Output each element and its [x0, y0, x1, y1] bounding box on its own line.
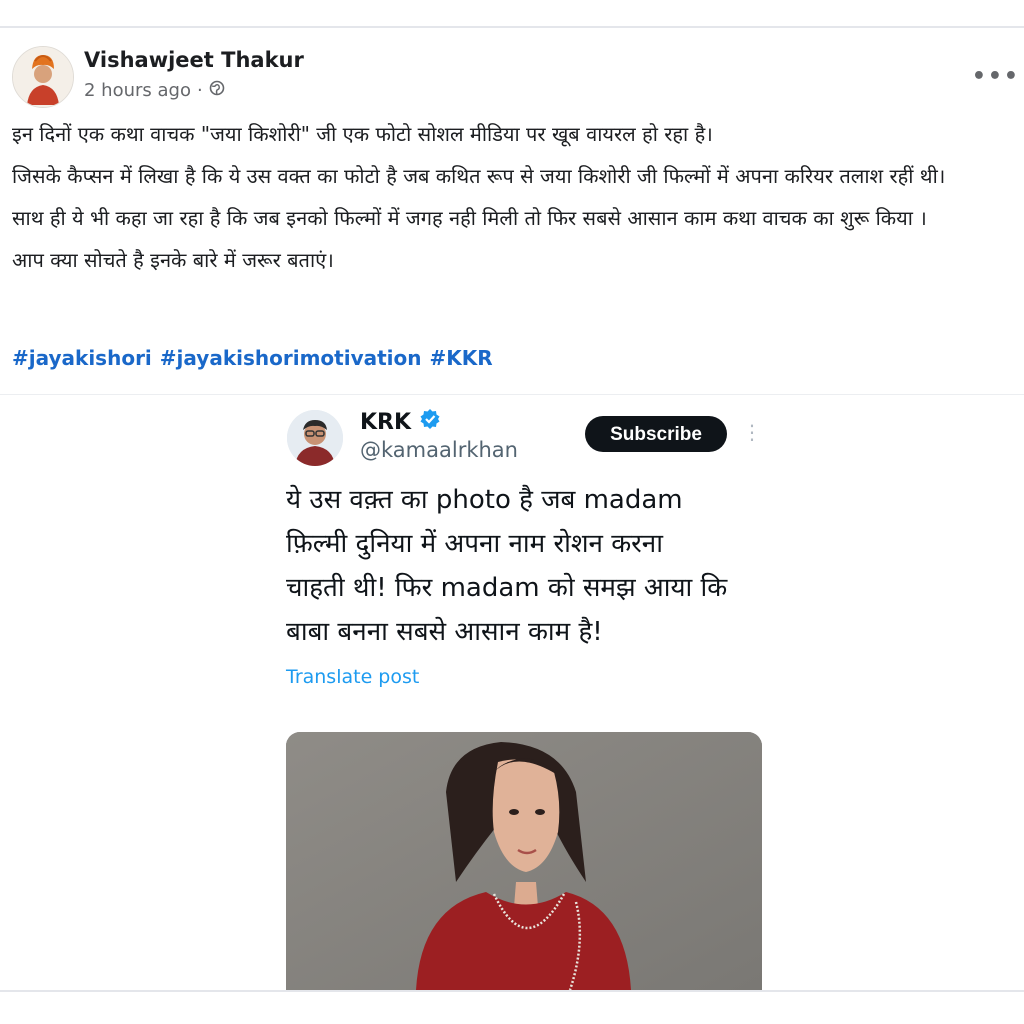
translate-post-link[interactable]: Translate post [286, 666, 419, 688]
hashtag-link[interactable]: #jayakishorimotivation [160, 346, 422, 370]
tweet-avatar[interactable] [287, 410, 343, 466]
post-meta: 2 hours ago · [84, 80, 225, 101]
tweet-author: KRK [360, 408, 441, 436]
bottom-divider [0, 990, 1024, 992]
post-paragraph: साथ ही ये भी कहा जा रहा है कि जब इनको फि… [12, 206, 927, 230]
post-paragraph: जिसके कैप्सन में लिखा है कि ये उस वक्त क… [12, 164, 946, 188]
tweet-line: चाहती थी! फिर madam को समझ आया कि [286, 573, 728, 603]
hashtag-link[interactable]: #jayakishori [12, 346, 152, 370]
tweet-line: ये उस वक़्त का photo है जब madam [286, 485, 683, 515]
tweet-line: फ़िल्मी दुनिया में अपना नाम रोशन करना [286, 529, 663, 559]
author-avatar-image [13, 47, 73, 107]
top-divider [0, 26, 1024, 28]
post-paragraph: इन दिनों एक कथा वाचक "जया किशोरी" जी एक … [12, 122, 713, 146]
tweet-handle[interactable]: @kamaalrkhan [360, 438, 518, 462]
post-time[interactable]: 2 hours ago [84, 80, 191, 101]
portrait-image [286, 732, 762, 990]
verified-badge-icon [419, 408, 441, 436]
more-options-icon[interactable]: ••• [972, 64, 1020, 89]
tweet-avatar-image [287, 410, 343, 466]
meta-dot: · [196, 80, 203, 101]
tweet-line: बाबा बनना सबसे आसान काम है! [286, 617, 603, 647]
tweet-photo[interactable] [286, 732, 762, 990]
post-body: इन दिनों एक कथा वाचक "जया किशोरी" जी एक … [12, 118, 1020, 286]
hashtag-list: #jayakishori #jayakishorimotivation #KKR [12, 346, 493, 370]
globe-icon [209, 80, 225, 101]
hashtag-link[interactable]: #KKR [430, 346, 493, 370]
author-avatar[interactable] [12, 46, 74, 108]
tweet-author-name[interactable]: KRK [360, 410, 411, 435]
post-paragraph: आप क्या सोचते है इनके बारे में जरूर बताए… [12, 248, 334, 272]
author-name[interactable]: Vishawjeet Thakur [84, 48, 304, 72]
tweet-text: ये उस वक़्त का photo है जब madam फ़िल्मी… [286, 478, 786, 654]
tweet-more-icon[interactable]: ⋮ [742, 420, 762, 444]
subscribe-button[interactable]: Subscribe [585, 416, 727, 452]
